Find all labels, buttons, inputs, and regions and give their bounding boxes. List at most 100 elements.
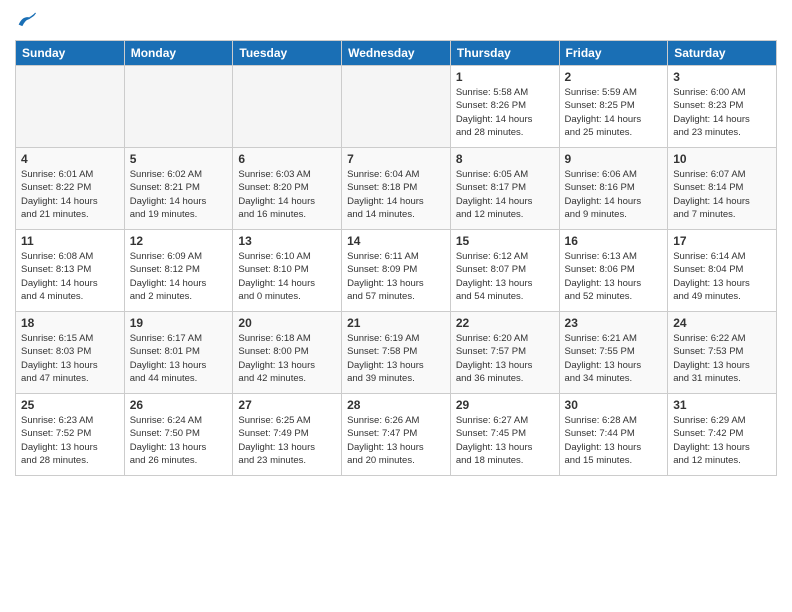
calendar-cell: 4 Sunrise: 6:01 AMSunset: 8:22 PMDaylight… [16, 148, 125, 230]
day-number: 25 [21, 398, 119, 412]
calendar-cell: 24 Sunrise: 6:22 AMSunset: 7:53 PMDayligh… [668, 312, 777, 394]
calendar-cell: 31 Sunrise: 6:29 AMSunset: 7:42 PMDayligh… [668, 394, 777, 476]
day-info: Sunrise: 5:59 AMSunset: 8:25 PMDaylight:… [565, 86, 663, 139]
day-number: 11 [21, 234, 119, 248]
calendar-cell: 28Sunrise: 6:26 AMSunset: 7:47 PMDayligh… [342, 394, 451, 476]
calendar-cell: 5 Sunrise: 6:02 AMSunset: 8:21 PMDaylight… [124, 148, 233, 230]
day-number: 15 [456, 234, 554, 248]
calendar-cell: 20 Sunrise: 6:18 AMSunset: 8:00 PMDayligh… [233, 312, 342, 394]
day-number: 7 [347, 152, 445, 166]
day-info: Sunrise: 6:23 AMSunset: 7:52 PMDaylight:… [21, 414, 119, 467]
day-info: Sunrise: 6:24 AMSunset: 7:50 PMDaylight:… [130, 414, 228, 467]
calendar-cell: 8 Sunrise: 6:05 AMSunset: 8:17 PMDaylight… [450, 148, 559, 230]
calendar-cell: 9Sunrise: 6:06 AMSunset: 8:16 PMDaylight… [559, 148, 668, 230]
day-number: 9 [565, 152, 663, 166]
day-info: Sunrise: 6:00 AMSunset: 8:23 PMDaylight:… [673, 86, 771, 139]
day-info: Sunrise: 6:25 AMSunset: 7:49 PMDaylight:… [238, 414, 336, 467]
calendar-header-saturday: Saturday [668, 41, 777, 66]
day-number: 24 [673, 316, 771, 330]
page-header [15, 10, 777, 32]
day-number: 10 [673, 152, 771, 166]
day-info: Sunrise: 6:22 AMSunset: 7:53 PMDaylight:… [673, 332, 771, 385]
calendar-cell [342, 66, 451, 148]
calendar-table: SundayMondayTuesdayWednesdayThursdayFrid… [15, 40, 777, 476]
calendar-week-3: 11 Sunrise: 6:08 AMSunset: 8:13 PMDayligh… [16, 230, 777, 312]
day-info: Sunrise: 6:21 AMSunset: 7:55 PMDaylight:… [565, 332, 663, 385]
calendar-cell: 18Sunrise: 6:15 AMSunset: 8:03 PMDayligh… [16, 312, 125, 394]
day-info: Sunrise: 6:12 AMSunset: 8:07 PMDaylight:… [456, 250, 554, 303]
calendar-header-monday: Monday [124, 41, 233, 66]
calendar-cell: 27 Sunrise: 6:25 AMSunset: 7:49 PMDayligh… [233, 394, 342, 476]
logo-bird-icon [15, 10, 37, 32]
day-number: 17 [673, 234, 771, 248]
calendar-cell: 23 Sunrise: 6:21 AMSunset: 7:55 PMDayligh… [559, 312, 668, 394]
calendar-cell: 30Sunrise: 6:28 AMSunset: 7:44 PMDayligh… [559, 394, 668, 476]
calendar-header-thursday: Thursday [450, 41, 559, 66]
day-number: 20 [238, 316, 336, 330]
day-number: 29 [456, 398, 554, 412]
day-info: Sunrise: 5:58 AMSunset: 8:26 PMDaylight:… [456, 86, 554, 139]
calendar-week-2: 4 Sunrise: 6:01 AMSunset: 8:22 PMDaylight… [16, 148, 777, 230]
day-info: Sunrise: 6:09 AMSunset: 8:12 PMDaylight:… [130, 250, 228, 303]
day-info: Sunrise: 6:04 AMSunset: 8:18 PMDaylight:… [347, 168, 445, 221]
day-number: 12 [130, 234, 228, 248]
calendar-header-wednesday: Wednesday [342, 41, 451, 66]
calendar-cell: 26 Sunrise: 6:24 AMSunset: 7:50 PMDayligh… [124, 394, 233, 476]
day-info: Sunrise: 6:27 AMSunset: 7:45 PMDaylight:… [456, 414, 554, 467]
day-number: 27 [238, 398, 336, 412]
calendar-header-sunday: Sunday [16, 41, 125, 66]
day-info: Sunrise: 6:01 AMSunset: 8:22 PMDaylight:… [21, 168, 119, 221]
calendar-cell: 14 Sunrise: 6:11 AMSunset: 8:09 PMDayligh… [342, 230, 451, 312]
day-info: Sunrise: 6:26 AMSunset: 7:47 PMDaylight:… [347, 414, 445, 467]
calendar-cell: 6Sunrise: 6:03 AMSunset: 8:20 PMDaylight… [233, 148, 342, 230]
calendar-cell: 11 Sunrise: 6:08 AMSunset: 8:13 PMDayligh… [16, 230, 125, 312]
calendar-cell: 17 Sunrise: 6:14 AMSunset: 8:04 PMDayligh… [668, 230, 777, 312]
calendar-header-row: SundayMondayTuesdayWednesdayThursdayFrid… [16, 41, 777, 66]
day-info: Sunrise: 6:17 AMSunset: 8:01 PMDaylight:… [130, 332, 228, 385]
day-number: 26 [130, 398, 228, 412]
calendar-cell [16, 66, 125, 148]
day-info: Sunrise: 6:14 AMSunset: 8:04 PMDaylight:… [673, 250, 771, 303]
day-info: Sunrise: 6:29 AMSunset: 7:42 PMDaylight:… [673, 414, 771, 467]
day-number: 13 [238, 234, 336, 248]
calendar-cell: 1Sunrise: 5:58 AMSunset: 8:26 PMDaylight… [450, 66, 559, 148]
calendar-cell: 13 Sunrise: 6:10 AMSunset: 8:10 PMDayligh… [233, 230, 342, 312]
calendar-cell: 12 Sunrise: 6:09 AMSunset: 8:12 PMDayligh… [124, 230, 233, 312]
day-info: Sunrise: 6:02 AMSunset: 8:21 PMDaylight:… [130, 168, 228, 221]
day-number: 19 [130, 316, 228, 330]
day-number: 23 [565, 316, 663, 330]
day-number: 21 [347, 316, 445, 330]
day-info: Sunrise: 6:08 AMSunset: 8:13 PMDaylight:… [21, 250, 119, 303]
day-number: 14 [347, 234, 445, 248]
day-info: Sunrise: 6:10 AMSunset: 8:10 PMDaylight:… [238, 250, 336, 303]
calendar-week-5: 25 Sunrise: 6:23 AMSunset: 7:52 PMDayligh… [16, 394, 777, 476]
day-number: 5 [130, 152, 228, 166]
logo [15, 10, 41, 32]
calendar-cell: 25 Sunrise: 6:23 AMSunset: 7:52 PMDayligh… [16, 394, 125, 476]
day-info: Sunrise: 6:05 AMSunset: 8:17 PMDaylight:… [456, 168, 554, 221]
day-number: 31 [673, 398, 771, 412]
day-number: 8 [456, 152, 554, 166]
calendar-week-4: 18Sunrise: 6:15 AMSunset: 8:03 PMDayligh… [16, 312, 777, 394]
calendar-cell: 19 Sunrise: 6:17 AMSunset: 8:01 PMDayligh… [124, 312, 233, 394]
day-number: 2 [565, 70, 663, 84]
day-info: Sunrise: 6:07 AMSunset: 8:14 PMDaylight:… [673, 168, 771, 221]
calendar-cell: 2 Sunrise: 5:59 AMSunset: 8:25 PMDaylight… [559, 66, 668, 148]
day-info: Sunrise: 6:11 AMSunset: 8:09 PMDaylight:… [347, 250, 445, 303]
day-info: Sunrise: 6:19 AMSunset: 7:58 PMDaylight:… [347, 332, 445, 385]
day-info: Sunrise: 6:18 AMSunset: 8:00 PMDaylight:… [238, 332, 336, 385]
day-number: 6 [238, 152, 336, 166]
calendar-cell: 29 Sunrise: 6:27 AMSunset: 7:45 PMDayligh… [450, 394, 559, 476]
calendar-cell [124, 66, 233, 148]
calendar-week-1: 1Sunrise: 5:58 AMSunset: 8:26 PMDaylight… [16, 66, 777, 148]
day-number: 4 [21, 152, 119, 166]
day-info: Sunrise: 6:28 AMSunset: 7:44 PMDaylight:… [565, 414, 663, 467]
day-number: 16 [565, 234, 663, 248]
day-info: Sunrise: 6:15 AMSunset: 8:03 PMDaylight:… [21, 332, 119, 385]
page-container: SundayMondayTuesdayWednesdayThursdayFrid… [0, 0, 792, 486]
calendar-cell: 10 Sunrise: 6:07 AMSunset: 8:14 PMDayligh… [668, 148, 777, 230]
calendar-header-friday: Friday [559, 41, 668, 66]
day-number: 3 [673, 70, 771, 84]
calendar-cell: 3 Sunrise: 6:00 AMSunset: 8:23 PMDaylight… [668, 66, 777, 148]
day-number: 22 [456, 316, 554, 330]
